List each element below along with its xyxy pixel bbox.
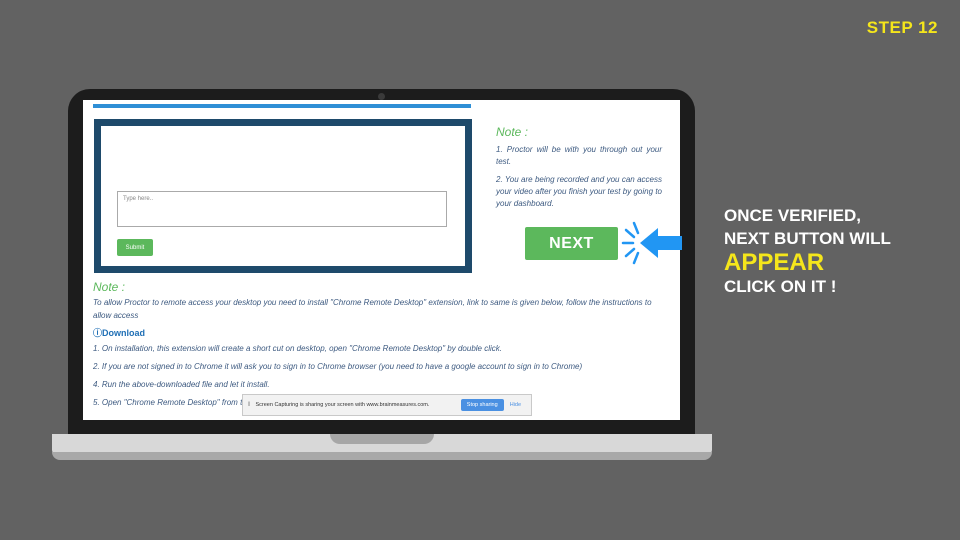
laptop-screen: Type here.. Submit Note : 1. Proctor wil…: [83, 100, 680, 420]
download-label: Download: [102, 328, 146, 338]
step-label: STEP 12: [866, 18, 938, 37]
right-note: 1. Proctor will be with you through out …: [496, 144, 662, 216]
callout-line: ONCE VERIFIED,: [724, 206, 861, 225]
progress-bar: [93, 104, 471, 108]
callout-line: CLICK ON IT !: [724, 277, 837, 296]
next-button[interactable]: NEXT: [525, 227, 618, 260]
webcam-dot: [378, 93, 385, 100]
right-note-title: Note :: [496, 125, 529, 139]
callout-highlight: APPEAR: [724, 249, 825, 276]
screen-share-bar: ‖ Screen Capturing is sharing your scree…: [242, 394, 532, 416]
stop-sharing-button[interactable]: Stop sharing: [460, 399, 504, 411]
instruction-callout: ONCE VERIFIED, NEXT BUTTON WILL APPEAR C…: [724, 204, 891, 298]
laptop-base-edge: [52, 452, 712, 460]
share-message: Screen Capturing is sharing your screen …: [255, 402, 430, 408]
right-note-item: 2. You are being recorded and you can ac…: [496, 175, 662, 208]
laptop-notch: [330, 434, 434, 444]
bottom-note-item: 1. On installation, this extension will …: [93, 344, 502, 353]
callout-line: NEXT BUTTON WILL: [724, 229, 891, 248]
right-note-item: 1. Proctor will be with you through out …: [496, 145, 662, 166]
drag-handle-icon[interactable]: ‖: [248, 402, 250, 408]
download-link[interactable]: ⓘDownload: [93, 327, 671, 340]
answer-panel-inner: Type here.. Submit: [101, 126, 465, 266]
bottom-note-item: 4. Run the above-downloaded file and let…: [93, 380, 270, 389]
answer-textarea[interactable]: Type here..: [117, 191, 447, 227]
bottom-note-title: Note :: [93, 280, 126, 294]
pointer-arrow-icon: [621, 221, 682, 265]
download-icon: ⓘ: [93, 328, 103, 338]
submit-button[interactable]: Submit: [117, 239, 153, 256]
bottom-note-item: 2. If you are not signed in to Chrome it…: [93, 362, 583, 371]
hide-button[interactable]: Hide: [510, 402, 521, 408]
bottom-note-intro: To allow Proctor to remote access your d…: [93, 298, 652, 320]
answer-panel: Type here.. Submit: [94, 119, 472, 273]
